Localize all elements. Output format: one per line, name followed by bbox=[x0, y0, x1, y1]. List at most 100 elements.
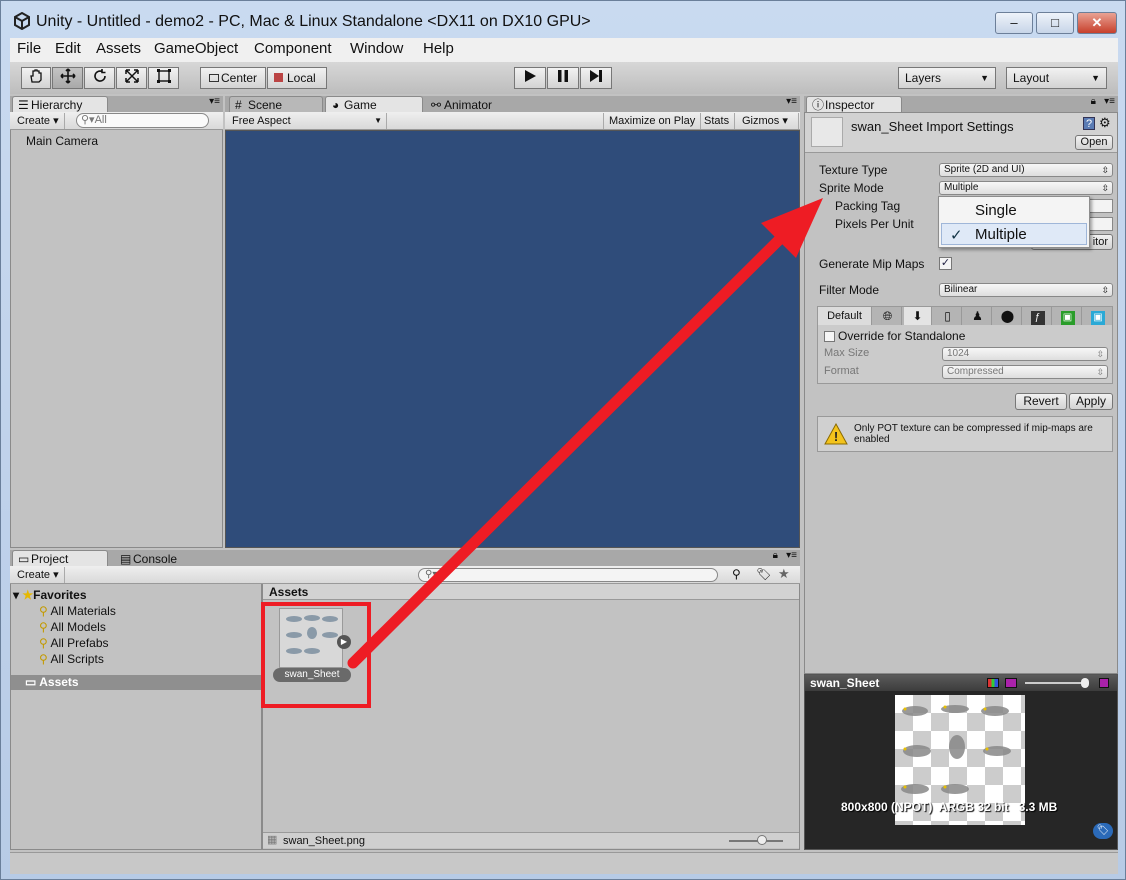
hierarchy-search-input[interactable]: ⚲▾All bbox=[76, 113, 209, 128]
maximize-on-play-toggle[interactable]: Maximize on Play bbox=[603, 113, 702, 129]
tab-inspector[interactable]: ⓘ Inspector bbox=[806, 96, 902, 113]
maximize-button[interactable]: □ bbox=[1036, 12, 1074, 34]
space-local-button[interactable]: Local bbox=[267, 67, 327, 89]
apply-button[interactable]: Apply bbox=[1069, 393, 1113, 410]
hierarchy-item-main-camera[interactable]: Main Camera bbox=[26, 134, 98, 148]
ios-platform-icon[interactable]: ▯ bbox=[934, 307, 962, 325]
close-button[interactable]: ✕ bbox=[1077, 12, 1117, 34]
help-icon[interactable]: ? bbox=[1083, 117, 1095, 130]
mip-maps-checkbox[interactable]: ✓ bbox=[939, 257, 952, 270]
menu-assets[interactable]: Assets bbox=[96, 40, 141, 57]
aspect-label: Free Aspect bbox=[232, 115, 291, 127]
favorite-all-models[interactable]: ⚲ All Models bbox=[39, 620, 106, 634]
aspect-dropdown[interactable]: Free Aspect ▼ bbox=[227, 113, 387, 129]
assets-folder-row[interactable]: ▭ Assets bbox=[11, 675, 261, 690]
pause-button[interactable] bbox=[547, 67, 579, 89]
favorite-all-prefabs[interactable]: ⚲ All Prefabs bbox=[39, 636, 109, 650]
sprite-mode-dropdown[interactable]: Multiple bbox=[939, 181, 1113, 195]
packing-tag-input[interactable] bbox=[1089, 199, 1113, 213]
hand-tool-button[interactable] bbox=[21, 67, 51, 89]
window-title: Unity - Untitled - demo2 - PC, Mac & Lin… bbox=[36, 13, 591, 30]
override-checkbox[interactable] bbox=[824, 331, 835, 342]
alpha-channel-icon[interactable] bbox=[1005, 678, 1017, 688]
menu-gameobject[interactable]: GameObject bbox=[154, 40, 238, 57]
menu-help[interactable]: Help bbox=[423, 40, 454, 57]
rect-tool-button[interactable] bbox=[148, 67, 179, 89]
filter-label-icon[interactable]: 🏷︎ bbox=[756, 567, 771, 581]
open-button[interactable]: Open bbox=[1075, 135, 1113, 150]
scale-tool-button[interactable] bbox=[116, 67, 147, 89]
menu-component[interactable]: Component bbox=[254, 40, 332, 57]
warning-box: ! Only POT texture can be compressed if … bbox=[817, 416, 1113, 452]
texture-type-dropdown[interactable]: Sprite (2D and UI) bbox=[939, 163, 1113, 177]
game-view[interactable] bbox=[225, 130, 800, 548]
standalone-platform-icon[interactable]: ⬇ bbox=[904, 307, 932, 325]
android-platform-icon[interactable]: ♟ bbox=[964, 307, 992, 325]
favorite-star-icon[interactable]: ★ bbox=[778, 566, 790, 582]
layout-dropdown[interactable]: Layout ▼ bbox=[1006, 67, 1107, 89]
web-platform-icon[interactable]: 🌐︎ bbox=[874, 307, 902, 325]
menu-file[interactable]: File bbox=[17, 40, 41, 57]
dropdown-arrow-icon: ▼ bbox=[374, 116, 382, 125]
filter-mode-dropdown[interactable]: Bilinear bbox=[939, 283, 1113, 297]
pixels-per-unit-input[interactable] bbox=[1089, 217, 1113, 231]
menu-edit[interactable]: Edit bbox=[55, 40, 81, 57]
format-dropdown[interactable]: Compressed bbox=[942, 365, 1108, 379]
panel-menu-icon[interactable]: ▾≡ bbox=[1104, 96, 1115, 107]
gear-icon[interactable]: ⚙ bbox=[1099, 115, 1111, 131]
menu-bar: File Edit Assets GameObject Component Wi… bbox=[10, 38, 1118, 62]
panel-menu-icon[interactable]: ▾≡ bbox=[786, 96, 797, 107]
favorite-all-materials[interactable]: ⚲ All Materials bbox=[39, 604, 116, 618]
mip-checker-icon[interactable] bbox=[1099, 678, 1109, 688]
pivot-label: Center bbox=[221, 71, 258, 85]
minimize-button[interactable]: – bbox=[995, 12, 1033, 34]
scene-tab-strip: # Scene ◕ Game ⚯ Animator ▾≡ bbox=[225, 96, 800, 113]
flash-platform-icon[interactable]: ƒ bbox=[1024, 307, 1052, 325]
max-size-dropdown[interactable]: 1024 bbox=[942, 347, 1108, 361]
option-single[interactable]: Single bbox=[941, 199, 1087, 221]
tab-hierarchy[interactable]: ☰ Hierarchy bbox=[12, 96, 108, 113]
pixels-per-unit-label: Pixels Per Unit bbox=[835, 217, 914, 231]
step-button[interactable] bbox=[580, 67, 612, 89]
rgb-channel-icon[interactable] bbox=[987, 678, 999, 688]
panel-menu-icon[interactable]: ▾≡ bbox=[786, 550, 797, 561]
tab-project[interactable]: ▭ Project bbox=[12, 550, 108, 567]
lock-icon[interactable]: 🔒︎ bbox=[1091, 96, 1096, 107]
project-search-input[interactable]: ⚲▾ bbox=[418, 568, 718, 582]
mip-slider-thumb-icon[interactable] bbox=[1081, 678, 1089, 688]
rotate-tool-button[interactable] bbox=[84, 67, 115, 89]
windows-store-platform-icon[interactable]: ▣ bbox=[1054, 307, 1082, 325]
mip-slider[interactable] bbox=[1025, 682, 1089, 684]
pivot-center-button[interactable]: Center bbox=[200, 67, 266, 89]
play-button[interactable] bbox=[514, 67, 546, 89]
favorites-row[interactable]: ▾ ★Favorites bbox=[13, 588, 87, 602]
expand-arrow-icon[interactable]: ▾ bbox=[13, 588, 19, 602]
packing-tag-label: Packing Tag bbox=[835, 199, 901, 213]
space-label: Local bbox=[287, 71, 316, 85]
filter-type-icon[interactable]: ⚲ bbox=[732, 567, 741, 581]
panel-menu-icon[interactable]: ▾≡ bbox=[209, 96, 220, 107]
zoom-slider-thumb-icon[interactable] bbox=[757, 835, 767, 845]
tab-animator[interactable]: ⚯ Animator bbox=[425, 96, 525, 113]
stats-toggle[interactable]: Stats bbox=[699, 113, 736, 129]
revert-button[interactable]: Revert bbox=[1015, 393, 1067, 410]
windows-phone-platform-icon[interactable]: ▣ bbox=[1084, 307, 1112, 325]
zoom-slider[interactable] bbox=[729, 840, 783, 842]
tab-console[interactable]: ▤ Console bbox=[114, 550, 210, 567]
favorite-all-scripts[interactable]: ⚲ All Scripts bbox=[39, 652, 104, 666]
tab-game[interactable]: ◕ Game bbox=[325, 96, 423, 113]
move-tool-button[interactable] bbox=[52, 67, 83, 89]
project-panel: ▭ Project ▤ Console 🔒︎ ▾≡ Create ▾ ⚲▾ ⚲ 🏷︎… bbox=[10, 550, 800, 850]
tag-icon[interactable]: 🏷︎ bbox=[1093, 823, 1113, 839]
hierarchy-create-button[interactable]: Create ▾ bbox=[12, 113, 65, 129]
platform-tab-default[interactable]: Default bbox=[818, 307, 872, 325]
lock-icon[interactable]: 🔒︎ bbox=[773, 550, 778, 561]
layers-dropdown[interactable]: Layers ▼ bbox=[898, 67, 996, 89]
menu-window[interactable]: Window bbox=[350, 40, 403, 57]
project-tab-label: Project bbox=[31, 552, 69, 566]
option-multiple[interactable]: ✓ Multiple bbox=[941, 223, 1087, 245]
blackberry-platform-icon[interactable]: ⬤ bbox=[994, 307, 1022, 325]
gizmos-dropdown[interactable]: Gizmos ▾ bbox=[737, 113, 799, 129]
tab-scene[interactable]: # Scene bbox=[229, 96, 323, 113]
project-create-button[interactable]: Create ▾ bbox=[12, 567, 65, 583]
